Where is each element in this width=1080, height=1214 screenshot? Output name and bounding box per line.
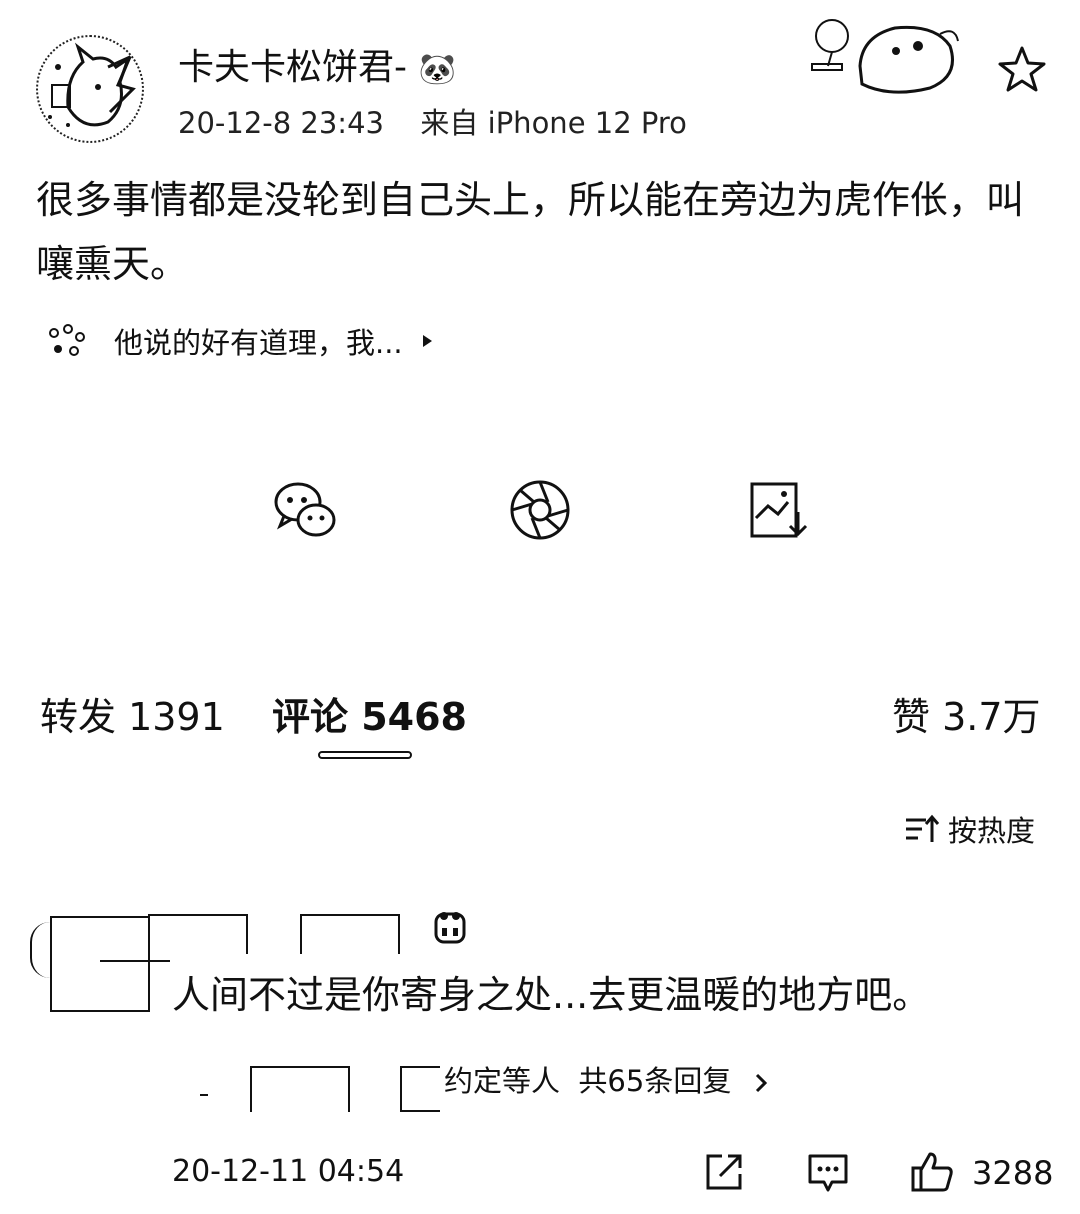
moments-icon[interactable] bbox=[508, 478, 572, 542]
tab-active-indicator bbox=[318, 751, 412, 759]
username[interactable]: 卡夫卡松饼君- 🐼 bbox=[178, 38, 456, 90]
tab-repost[interactable]: 转发 1391 bbox=[40, 686, 225, 741]
comment-time: 20-12-11 04:54 bbox=[172, 1154, 405, 1189]
reply-user-redacted bbox=[250, 1066, 350, 1112]
redaction-mark bbox=[200, 1094, 208, 1096]
triangle-right-icon bbox=[422, 335, 432, 347]
reply-user-redacted bbox=[400, 1066, 440, 1112]
chevron-right-icon bbox=[755, 1073, 767, 1093]
redaction-mark bbox=[30, 922, 52, 978]
share-icon[interactable] bbox=[702, 1150, 746, 1194]
post-content: 很多事情都是没轮到自己头上，所以能在旁边为虎作伥，叫嚷熏天。 bbox=[36, 178, 1025, 286]
sort-button[interactable]: 按热度 bbox=[904, 808, 1035, 850]
bear-icon: 🐼 bbox=[418, 52, 456, 87]
save-image-icon[interactable] bbox=[748, 478, 812, 542]
reply-summary-text: 约定等人 共65条回复 bbox=[444, 1064, 732, 1098]
post-meta: 20-12-8 23:43 来自 iPhone 12 Pro bbox=[178, 100, 687, 142]
sort-label: 按热度 bbox=[948, 814, 1036, 848]
commenter-badge bbox=[300, 914, 400, 954]
avatar[interactable] bbox=[36, 35, 144, 143]
username-text: 卡夫卡松饼君- bbox=[178, 47, 407, 88]
star-icon[interactable] bbox=[996, 44, 1048, 96]
wechat-icon[interactable] bbox=[272, 478, 336, 542]
commenter-name[interactable] bbox=[148, 914, 248, 954]
like-count: 3288 bbox=[972, 1154, 1054, 1192]
sparkle-icon bbox=[49, 324, 85, 356]
comment-icon[interactable] bbox=[806, 1150, 850, 1194]
post-timestamp: 20-12-8 23:43 bbox=[178, 106, 384, 140]
reply-summary-link[interactable]: 约定等人 共65条回复 bbox=[444, 1058, 771, 1100]
commenter-avatar[interactable] bbox=[50, 916, 150, 1012]
topic-link[interactable]: 他说的好有道理，我... bbox=[46, 316, 437, 366]
topic-text: 他说的好有道理，我... bbox=[114, 326, 403, 360]
post-source: 来自 iPhone 12 Pro bbox=[420, 106, 687, 140]
tab-likes[interactable]: 赞 3.7万 bbox=[892, 686, 1041, 741]
face-emoji-icon bbox=[434, 912, 466, 944]
comment-text: 人间不过是你寄身之处...去更温暖的地方吧。 bbox=[172, 973, 931, 1017]
sort-icon bbox=[906, 814, 940, 842]
like-icon[interactable] bbox=[910, 1150, 954, 1194]
sleeping-mascot-icon bbox=[811, 19, 959, 94]
redaction-mark bbox=[100, 960, 170, 962]
tab-comments[interactable]: 评论 5468 bbox=[272, 686, 467, 741]
